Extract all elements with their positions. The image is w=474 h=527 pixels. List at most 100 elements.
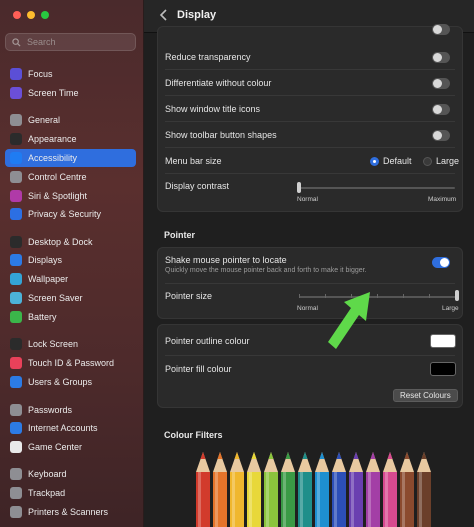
pointer-size-max-label: Large (442, 305, 459, 312)
sidebar-item-label: Internet Accounts (28, 423, 98, 433)
sidebar-item-control-centre[interactable]: Control Centre (5, 168, 136, 186)
fill-colour-label: Pointer fill colour (165, 364, 232, 374)
minimize-window-button[interactable] (27, 11, 35, 19)
search-icon (12, 37, 21, 47)
sidebar-item-label: Trackpad (28, 488, 66, 498)
sidebar-item-touch-id-password[interactable]: Touch ID & Password (5, 354, 136, 372)
users-icon (10, 376, 22, 388)
sidebar-item-appearance[interactable]: Appearance (5, 130, 136, 148)
dock-icon (10, 236, 22, 248)
moon-icon (10, 68, 22, 80)
hand-icon (10, 208, 22, 220)
sidebar-item-privacy-security[interactable]: Privacy & Security (5, 205, 136, 223)
colour-filters-heading: Colour Filters (164, 430, 223, 440)
sidebar-item-accessibility[interactable]: Accessibility (5, 149, 136, 167)
pencil (196, 452, 210, 527)
pointer-size-label: Pointer size (165, 291, 213, 301)
sidebar-item-screen-time[interactable]: Screen Time (5, 84, 136, 102)
sidebar-item-label: Accessibility (28, 153, 78, 163)
pencil (230, 452, 244, 527)
display-contrast-row: Display contrast Normal Maximum (158, 174, 462, 212)
menu-bar-default-label: Default (383, 156, 412, 166)
display-contrast-label: Display contrast (165, 181, 230, 191)
printer-icon (10, 506, 22, 518)
back-chevron-icon[interactable] (157, 8, 171, 22)
sidebar-item-desktop-dock[interactable]: Desktop & Dock (5, 233, 136, 251)
outline-colour-row: Pointer outline colour (158, 328, 462, 354)
scrolled-toggle[interactable] (432, 24, 450, 35)
toolbar-shapes-toggle[interactable] (432, 129, 450, 141)
zoom-window-button[interactable] (41, 11, 49, 19)
search-input[interactable] (25, 36, 129, 48)
sidebar-item-label: Printers & Scanners (28, 507, 109, 517)
sidebar-item-siri-spotlight[interactable]: Siri & Spotlight (5, 187, 136, 205)
sidebar-item-label: Touch ID & Password (28, 358, 115, 368)
pointer-colour-group: Pointer outline colour Pointer fill colo… (157, 324, 463, 408)
sidebar-item-focus[interactable]: Focus (5, 65, 136, 83)
close-window-button[interactable] (13, 11, 21, 19)
screen-saver-icon (10, 292, 22, 304)
sidebar-item-label: Control Centre (28, 172, 87, 182)
key-icon (10, 404, 22, 416)
search-field[interactable] (5, 33, 136, 51)
sidebar-item-lock-screen[interactable]: Lock Screen (5, 335, 136, 353)
shake-toggle[interactable] (432, 257, 450, 268)
sidebar-item-wallpaper[interactable]: Wallpaper (5, 270, 136, 288)
pencil (315, 452, 329, 527)
menu-bar-size-row: Menu bar size Default Large (158, 148, 462, 174)
sidebar-item-screen-saver[interactable]: Screen Saver (5, 289, 136, 307)
sidebar-item-battery[interactable]: Battery (5, 308, 136, 326)
trackpad-icon (10, 487, 22, 499)
sidebar-item-printers-scanners[interactable]: Printers & Scanners (5, 503, 136, 521)
outline-colour-label: Pointer outline colour (165, 336, 250, 346)
wallpaper-icon (10, 273, 22, 285)
sidebar-item-label: Displays (28, 255, 63, 265)
display-options-group: Reduce transparency Differentiate withou… (157, 24, 463, 212)
sidebar-item-label: Appearance (28, 134, 77, 144)
pencil (332, 452, 346, 527)
sidebar-item-keyboard[interactable]: Keyboard (5, 465, 136, 483)
display-contrast-track[interactable] (299, 187, 455, 189)
sidebar-item-game-center[interactable]: Game Center (5, 438, 136, 456)
contrast-min-label: Normal (297, 196, 318, 203)
fill-colour-row: Pointer fill colour (158, 356, 462, 382)
sidebar-item-general[interactable]: General (5, 111, 136, 129)
display-contrast-thumb[interactable] (297, 182, 301, 193)
sidebar-item-internet-accounts[interactable]: Internet Accounts (5, 419, 136, 437)
pointer-size-tick (429, 294, 430, 298)
outline-colour-well[interactable] (430, 334, 456, 348)
pencil (298, 452, 312, 527)
sidebar-item-passwords[interactable]: Passwords (5, 401, 136, 419)
toolbar-shapes-label: Show toolbar button shapes (165, 130, 277, 140)
differentiate-toggle[interactable] (432, 77, 450, 89)
battery-icon (10, 311, 22, 323)
pointer-size-min-label: Normal (297, 305, 318, 312)
sidebar-item-displays[interactable]: Displays (5, 251, 136, 269)
reset-colours-button[interactable]: Reset Colours (393, 389, 458, 402)
pointer-size-tick (299, 294, 300, 298)
reduce-transparency-toggle[interactable] (432, 51, 450, 63)
sidebar-item-label: Screen Saver (28, 293, 83, 303)
sidebar: Focus Screen Time General Appearance Accessi… (0, 0, 144, 527)
menu-bar-large-radio[interactable] (423, 157, 432, 166)
sidebar-item-trackpad[interactable]: Trackpad (5, 484, 136, 502)
keyboard-icon (10, 468, 22, 480)
pencil (417, 452, 431, 527)
window-title-icons-toggle[interactable] (432, 103, 450, 115)
pencil (213, 452, 227, 527)
sidebar-item-label: Focus (28, 69, 53, 79)
window-title-icons-label: Show window title icons (165, 104, 261, 114)
fingerprint-icon (10, 357, 22, 369)
window-controls (13, 11, 49, 19)
reduce-transparency-row: Reduce transparency (158, 44, 462, 70)
contrast-max-label: Maximum (428, 196, 457, 203)
game-center-icon (10, 441, 22, 453)
pointer-size-thumb[interactable] (455, 290, 459, 301)
menu-bar-default-radio[interactable] (370, 157, 379, 166)
display-icon (10, 254, 22, 266)
shake-row: Shake mouse pointer to locate Quickly mo… (158, 251, 462, 281)
fill-colour-well[interactable] (430, 362, 456, 376)
shake-description: Quickly move the mouse pointer back and … (165, 267, 367, 274)
sidebar-item-label: Battery (28, 312, 57, 322)
sidebar-item-users-groups[interactable]: Users & Groups (5, 373, 136, 391)
